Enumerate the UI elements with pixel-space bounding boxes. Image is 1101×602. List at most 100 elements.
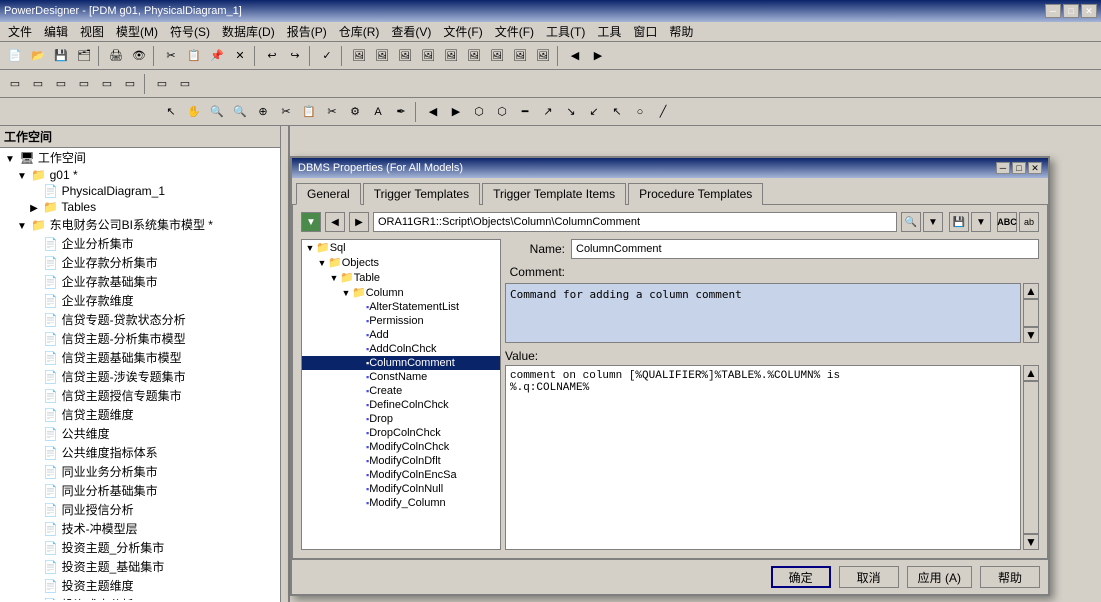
dialog-minimize-btn[interactable]: ─: [996, 162, 1010, 174]
menu-item[interactable]: 仓库(R): [333, 21, 386, 42]
tool6[interactable]: A: [367, 101, 389, 123]
tb2-7[interactable]: ▭: [151, 73, 173, 95]
dialog-tree-panel[interactable]: ▼ 📁 Sql ▼ 📁 Objects ▼ 📁 Table: [301, 239, 501, 550]
tool4[interactable]: ✂: [321, 101, 343, 123]
tab-trigger-template-items[interactable]: Trigger Template Items: [482, 183, 626, 205]
dtree-alterstatementlist[interactable]: ▪ AlterStatementList: [302, 300, 500, 314]
addr-save-dropdown-btn[interactable]: ▼: [971, 212, 991, 232]
tool18[interactable]: ╱: [652, 101, 674, 123]
dtree-modifycolnencsa[interactable]: ▪ ModifyColnEncSa: [302, 468, 500, 482]
tree-item-15[interactable]: 📄 同业授信分析: [0, 500, 288, 519]
back-btn[interactable]: ◀: [564, 45, 586, 67]
tb2-6[interactable]: ▭: [119, 73, 141, 95]
menu-item[interactable]: 工具: [591, 21, 627, 42]
tree-item-1[interactable]: 📄 企业分析集市: [0, 234, 288, 253]
addr-back-btn[interactable]: ◀: [325, 212, 345, 232]
zoom-out-tool[interactable]: 🔍: [229, 101, 251, 123]
resize-handle[interactable]: [280, 126, 288, 602]
print-btn[interactable]: 🖨: [105, 45, 127, 67]
close-button[interactable]: ✕: [1081, 4, 1097, 18]
dtree-sql[interactable]: ▼ 📁 Sql: [302, 240, 500, 255]
img1-btn[interactable]: 🖼: [348, 45, 370, 67]
tree-item-16[interactable]: 📄 技术-冲模型层: [0, 519, 288, 538]
tree-item-6[interactable]: 📄 信贷主题-分析集市模型: [0, 329, 288, 348]
save-all-btn[interactable]: 🗂: [73, 45, 95, 67]
tool16[interactable]: ↖: [606, 101, 628, 123]
help-button[interactable]: 帮助: [980, 566, 1040, 588]
tb2-5[interactable]: ▭: [96, 73, 118, 95]
tool11[interactable]: ⬡: [491, 101, 513, 123]
tab-general[interactable]: General: [296, 183, 361, 205]
dtree-objects[interactable]: ▼ 📁 Objects: [302, 255, 500, 270]
tool17[interactable]: ○: [629, 101, 651, 123]
hand-tool[interactable]: ✋: [183, 101, 205, 123]
img7-btn[interactable]: 🖼: [486, 45, 508, 67]
tab-trigger-templates[interactable]: Trigger Templates: [363, 183, 480, 205]
menu-item[interactable]: 数据库(D): [216, 21, 281, 42]
menu-item[interactable]: 编辑: [38, 21, 74, 42]
tool14[interactable]: ↘: [560, 101, 582, 123]
toggle-workspace[interactable]: ▼: [4, 154, 16, 165]
maximize-button[interactable]: □: [1063, 4, 1079, 18]
value-textarea[interactable]: comment on column [%QUALIFIER%]%TABLE%.%…: [505, 365, 1021, 550]
tb2-3[interactable]: ▭: [50, 73, 72, 95]
apply-button[interactable]: 应用 (A): [907, 566, 972, 588]
img5-btn[interactable]: 🖼: [440, 45, 462, 67]
tree-item-2[interactable]: 📄 企业存款分析集市: [0, 253, 288, 272]
dtree-table[interactable]: ▼ 📁 Table: [302, 270, 500, 285]
dtree-drop[interactable]: ▪ Drop: [302, 412, 500, 426]
tb2-4[interactable]: ▭: [73, 73, 95, 95]
addr-save-btn[interactable]: 💾: [949, 212, 969, 232]
dialog-close-btn[interactable]: ✕: [1028, 162, 1042, 174]
tb2-2[interactable]: ▭: [27, 73, 49, 95]
cut-btn[interactable]: ✂: [160, 45, 182, 67]
img4-btn[interactable]: 🖼: [417, 45, 439, 67]
menu-item[interactable]: 工具(T): [540, 21, 591, 42]
zoom-in-tool[interactable]: 🔍: [206, 101, 228, 123]
value-scroll-up[interactable]: ▲: [1023, 365, 1039, 381]
tool2[interactable]: ✂: [275, 101, 297, 123]
dtree-column[interactable]: ▼ 📁 Column: [302, 285, 500, 300]
tool9[interactable]: ▶: [445, 101, 467, 123]
dtree-definecolnchck[interactable]: ▪ DefineColnChck: [302, 398, 500, 412]
tree-item-4[interactable]: 📄 企业存款维度: [0, 291, 288, 310]
tree-item-14[interactable]: 📄 同业分析基础集市: [0, 481, 288, 500]
dialog-maximize-btn[interactable]: □: [1012, 162, 1026, 174]
tree-item-18[interactable]: 📄 投资主题_基础集市: [0, 557, 288, 576]
menu-item[interactable]: 文件(F): [489, 21, 540, 42]
menu-item[interactable]: 文件: [2, 21, 38, 42]
dtree-add[interactable]: ▪ Add: [302, 328, 500, 342]
dtree-permission[interactable]: ▪ Permission: [302, 314, 500, 328]
menu-item[interactable]: 查看(V): [385, 21, 437, 42]
check-btn[interactable]: ✓: [316, 45, 338, 67]
toggle-column[interactable]: ▼: [340, 288, 352, 298]
workspace-tree[interactable]: ▼ 🖥 工作空间 ▼ 📁 g01 * 📄 PhysicalDiagram_1 ▶…: [0, 148, 288, 600]
menu-item[interactable]: 报告(P): [281, 21, 333, 42]
tb2-8[interactable]: ▭: [174, 73, 196, 95]
comment-textarea[interactable]: Command for adding a column comment: [505, 283, 1021, 343]
name-input[interactable]: [571, 239, 1039, 259]
green-btn[interactable]: ▼: [301, 212, 321, 232]
tree-item-13[interactable]: 📄 同业业务分析集市: [0, 462, 288, 481]
tree-item-7[interactable]: 📄 信贷主题基础集市模型: [0, 348, 288, 367]
img3-btn[interactable]: 🖼: [394, 45, 416, 67]
dtree-modifycolumn[interactable]: ▪ Modify_Column: [302, 496, 500, 510]
preview-btn[interactable]: 👁: [128, 45, 150, 67]
toggle-objects[interactable]: ▼: [316, 258, 328, 268]
dtree-modifycolnnull[interactable]: ▪ ModifyColnNull: [302, 482, 500, 496]
tool5[interactable]: ⚙: [344, 101, 366, 123]
menu-item[interactable]: 文件(F): [437, 21, 488, 42]
dtree-constname[interactable]: ▪ ConstName: [302, 370, 500, 384]
save-btn[interactable]: 💾: [50, 45, 72, 67]
toggle-tables[interactable]: ▶: [28, 203, 40, 214]
fwd-btn[interactable]: ▶: [587, 45, 609, 67]
addr-fwd-btn[interactable]: ▶: [349, 212, 369, 232]
value-scroll-down[interactable]: ▼: [1023, 534, 1039, 550]
img9-btn[interactable]: 🖼: [532, 45, 554, 67]
tree-item-8[interactable]: 📄 信贷主题-涉诶专题集市: [0, 367, 288, 386]
tool8[interactable]: ◀: [422, 101, 444, 123]
toggle-bi[interactable]: ▼: [16, 221, 28, 232]
tab-procedure-templates[interactable]: Procedure Templates: [628, 183, 763, 205]
addr-path-input[interactable]: [373, 212, 897, 232]
tool1[interactable]: ⊕: [252, 101, 274, 123]
